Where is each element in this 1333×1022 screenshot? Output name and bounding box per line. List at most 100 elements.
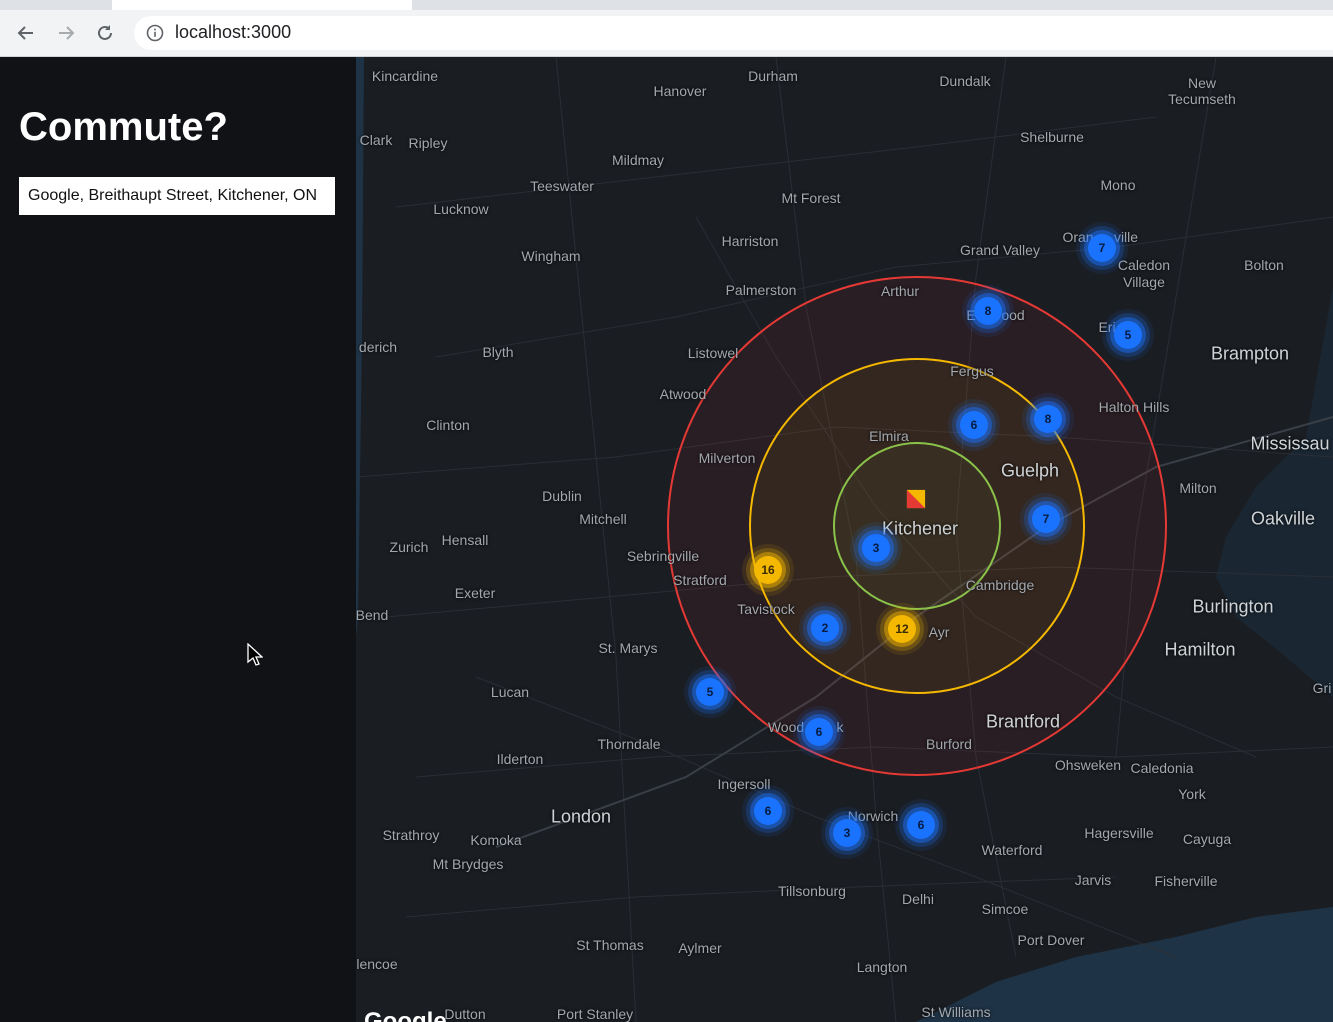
city-label: Mt Brydges: [432, 856, 504, 872]
job-cluster-marker[interactable]: 2: [811, 614, 839, 642]
city-label: Fisherville: [1154, 873, 1218, 889]
map[interactable]: Kincardine Hanover Durham Dundalk New Tecumse…: [356, 57, 1333, 1022]
city-label: Burford: [926, 736, 972, 752]
city-label: Thorndale: [597, 736, 661, 752]
city-label: Caledonia: [1130, 760, 1194, 776]
city-label: Port Stanley: [556, 1006, 634, 1022]
city-label: Listowel: [687, 345, 739, 361]
city-label: lencoe: [356, 956, 398, 972]
address-search-input[interactable]: [19, 177, 335, 215]
browser-toolbar: localhost:3000: [0, 0, 1333, 57]
city-label: Wood: [767, 719, 805, 735]
sidebar: Commute?: [0, 57, 356, 1022]
city-label: Ayr: [928, 624, 950, 640]
job-cluster-marker[interactable]: 6: [907, 811, 935, 839]
city-label: derich: [358, 339, 398, 355]
city-label: Exeter: [454, 585, 496, 601]
city-label: Dutton: [444, 1006, 486, 1022]
city-label: Stratford: [673, 572, 727, 588]
city-label: Strathroy: [382, 827, 440, 843]
city-label: Hamilton: [1164, 639, 1236, 660]
city-label: Durham: [748, 68, 798, 84]
job-cluster-marker[interactable]: 6: [754, 797, 782, 825]
city-label: Sebringville: [626, 548, 700, 564]
city-label: Gri: [1312, 680, 1332, 696]
city-label: Mississau: [1250, 433, 1330, 454]
city-label: Bolton: [1244, 257, 1284, 273]
city-label: Cayuga: [1182, 831, 1232, 847]
city-label: Mildmay: [611, 152, 665, 168]
job-cluster-marker[interactable]: 7: [1088, 234, 1116, 262]
city-label: Zurich: [389, 539, 429, 555]
city-label: Dublin: [542, 488, 582, 504]
destination-marker-icon[interactable]: [906, 489, 926, 509]
forward-button[interactable]: [53, 20, 79, 46]
city-label: Elmira: [869, 428, 909, 444]
city-label: Ohsweken: [1054, 757, 1122, 773]
job-cluster-marker[interactable]: 8: [1034, 405, 1062, 433]
city-label: Harriston: [721, 233, 779, 249]
active-tab[interactable]: [112, 0, 412, 10]
city-label: Port Dover: [1017, 932, 1085, 948]
job-cluster-marker[interactable]: 3: [833, 819, 861, 847]
city-label: Brantford: [985, 711, 1061, 732]
job-cluster-marker[interactable]: 16: [754, 556, 782, 584]
google-logo: Google: [364, 1008, 447, 1022]
city-label: Tillsonburg: [778, 883, 846, 899]
city-label: ood: [1001, 307, 1025, 323]
city-label: Waterford: [981, 842, 1043, 858]
city-label: Simcoe: [981, 901, 1029, 917]
back-button[interactable]: [13, 20, 39, 46]
mouse-cursor-icon: [247, 643, 263, 666]
city-label: Lucan: [490, 684, 530, 700]
job-cluster-marker[interactable]: 3: [862, 534, 890, 562]
job-cluster-marker[interactable]: 6: [960, 411, 988, 439]
city-label: Eri: [1098, 319, 1116, 335]
job-cluster-marker[interactable]: 5: [696, 678, 724, 706]
city-label: Hanover: [653, 83, 707, 99]
job-cluster-marker[interactable]: 7: [1032, 505, 1060, 533]
city-label: Mitchell: [579, 511, 627, 527]
reload-icon: [98, 25, 112, 40]
address-bar[interactable]: [134, 16, 1333, 50]
city-label: Village: [1123, 274, 1165, 290]
city-label: Bend: [356, 607, 389, 623]
reload-button[interactable]: [92, 20, 118, 46]
city-label: Ripley: [408, 135, 448, 151]
forward-arrow-icon: [59, 26, 75, 40]
city-label: Kitchener: [881, 518, 959, 539]
city-label: Arthur: [880, 283, 920, 299]
city-label: ville: [1113, 229, 1139, 245]
city-label: Blyth: [482, 344, 514, 360]
city-label: Milverton: [698, 450, 756, 466]
job-cluster-marker[interactable]: 5: [1114, 321, 1142, 349]
city-label: Delhi: [902, 891, 934, 907]
city-label: Teeswater: [530, 178, 594, 194]
city-label: New: [1187, 75, 1217, 91]
job-cluster-marker[interactable]: 12: [888, 615, 916, 643]
job-cluster-marker[interactable]: 6: [805, 718, 833, 746]
city-label: Clark: [359, 132, 393, 148]
city-label: k: [836, 719, 844, 735]
job-cluster-marker[interactable]: 8: [974, 297, 1002, 325]
city-label: Burlington: [1192, 596, 1274, 617]
city-label: Fergus: [950, 363, 994, 379]
city-label: Langton: [856, 959, 908, 975]
city-label: Ilderton: [496, 751, 544, 767]
city-label: York: [1178, 786, 1206, 802]
city-label: Clinton: [426, 417, 470, 433]
city-label: Jarvis: [1074, 872, 1112, 888]
city-label: Lucknow: [433, 201, 489, 217]
city-label: Mono: [1100, 177, 1136, 193]
url-text[interactable]: localhost:3000: [175, 22, 291, 43]
city-label: Tavistock: [737, 601, 795, 617]
city-label: Tecumseth: [1168, 91, 1236, 107]
city-label: Oakville: [1250, 508, 1316, 529]
city-label: Hensall: [441, 532, 489, 548]
city-label: Komoka: [470, 832, 522, 848]
city-label: Aylmer: [678, 940, 722, 956]
info-icon[interactable]: [146, 24, 164, 42]
city-label: Palmerston: [725, 282, 797, 298]
city-label: London: [550, 806, 612, 827]
city-label: Ingersoll: [717, 776, 771, 792]
